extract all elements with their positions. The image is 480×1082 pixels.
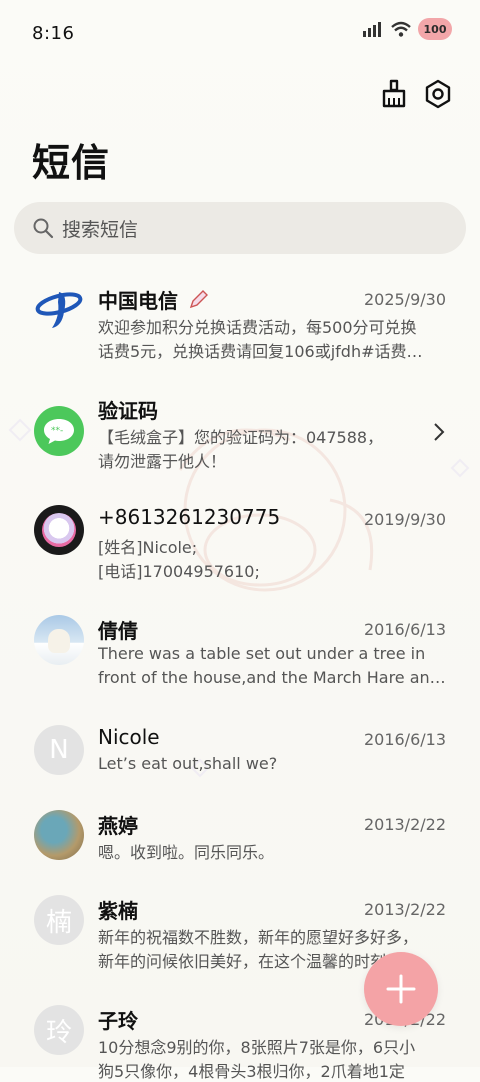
message-preview-line1: 欢迎参加积分兑换话费活动，每500分可兑换 xyxy=(98,318,417,337)
message-date: 2016/6/13 xyxy=(363,730,446,749)
svg-text:**-: **- xyxy=(51,426,63,436)
contact-name: 燕婷 xyxy=(98,814,138,838)
avatar: 楠 xyxy=(34,895,84,945)
new-message-button[interactable] xyxy=(364,952,438,1026)
message-preview-line1: 10分想念9别的你，8张照片7张是你，6只小 xyxy=(98,1038,416,1057)
message-preview-line2: 话费5元，兑换话费请回复106或jfdh#话费… xyxy=(98,342,423,361)
avatar: 玲 xyxy=(34,1005,84,1055)
settings-icon[interactable] xyxy=(422,78,454,110)
message-preview-line1: [姓名]Nicole; xyxy=(98,538,198,557)
message-date: 2013/2/22 xyxy=(363,815,446,834)
message-icon: **- xyxy=(34,406,84,456)
polar-bear-photo xyxy=(34,615,84,665)
message-preview-line1: There was a table set out under a tree i… xyxy=(98,644,426,663)
contact-name: 子玲 xyxy=(98,1009,138,1033)
message-preview-line2: [电话]17004957610; xyxy=(98,562,260,581)
landscape-photo xyxy=(34,810,84,860)
message-preview-line2: 狗5只像你，4根骨头3根归你，2爪着地1定 xyxy=(98,1062,405,1081)
contact-name: 倩倩 xyxy=(98,619,138,643)
battery-level: 100 xyxy=(423,22,447,36)
message-date: 2019/9/30 xyxy=(363,510,446,529)
search-bar[interactable]: 搜索短信 xyxy=(14,202,466,254)
message-date: 2025/9/30 xyxy=(363,290,446,309)
conversation-item[interactable]: **- 验证码 【毛绒盒子】您的验证码为：047588， 请勿泄露于他人！ xyxy=(0,380,480,480)
avatar: N xyxy=(34,725,84,775)
plus-icon xyxy=(386,974,416,1004)
message-preview-line2: 请勿泄露于他人！ xyxy=(98,452,227,471)
signal-icon xyxy=(363,22,381,37)
message-preview-line2: front of the house,and the March Hare an… xyxy=(98,668,446,687)
search-placeholder: 搜索短信 xyxy=(62,218,139,241)
conversation-item[interactable]: +8613261230775 2019/9/30 [姓名]Nicole; [电话… xyxy=(0,490,480,590)
pencil-icon xyxy=(189,290,208,309)
contact-name: 紫楠 xyxy=(98,899,138,923)
conversation-item[interactable]: N Nicole 2016/6/13 Let’s eat out,shall w… xyxy=(0,710,480,790)
telecom-logo-icon xyxy=(35,292,83,328)
message-preview-line1: 新年的祝福数不胜数，新年的愿望好多好多， xyxy=(98,928,419,947)
contact-name: Nicole xyxy=(98,725,160,749)
page-title: 短信 xyxy=(32,141,111,185)
message-preview-line1: 【毛绒盒子】您的验证码为：047588， xyxy=(98,428,384,447)
chevron-right-icon[interactable] xyxy=(432,422,446,442)
message-preview-line1: 嗯。收到啦。同乐同乐。 xyxy=(98,843,275,862)
conversation-item[interactable]: 燕婷 2013/2/22 嗯。收到啦。同乐同乐。 xyxy=(0,795,480,875)
wifi-icon xyxy=(391,21,411,37)
conversation-item[interactable]: 中国电信 2025/9/30 欢迎参加积分兑换话费活动，每500分可兑换 话费5… xyxy=(0,270,480,370)
message-date: 2013/2/22 xyxy=(363,900,446,919)
battery-indicator: 100 xyxy=(418,18,452,40)
status-icons: 100 xyxy=(362,18,452,40)
conversation-item[interactable]: 倩倩 2016/6/13 There was a table set out u… xyxy=(0,600,480,700)
contact-name: 验证码 xyxy=(98,399,158,423)
status-bar: 8:16 100 xyxy=(0,0,480,68)
status-time: 8:16 xyxy=(32,23,75,44)
avatar xyxy=(34,505,84,555)
contact-name: +8613261230775 xyxy=(98,505,281,529)
message-preview-line1: Let’s eat out,shall we? xyxy=(98,754,278,773)
contact-name: 中国电信 xyxy=(98,285,211,314)
broom-icon[interactable] xyxy=(378,78,410,110)
message-date: 2016/6/13 xyxy=(363,620,446,639)
search-icon xyxy=(33,218,54,239)
